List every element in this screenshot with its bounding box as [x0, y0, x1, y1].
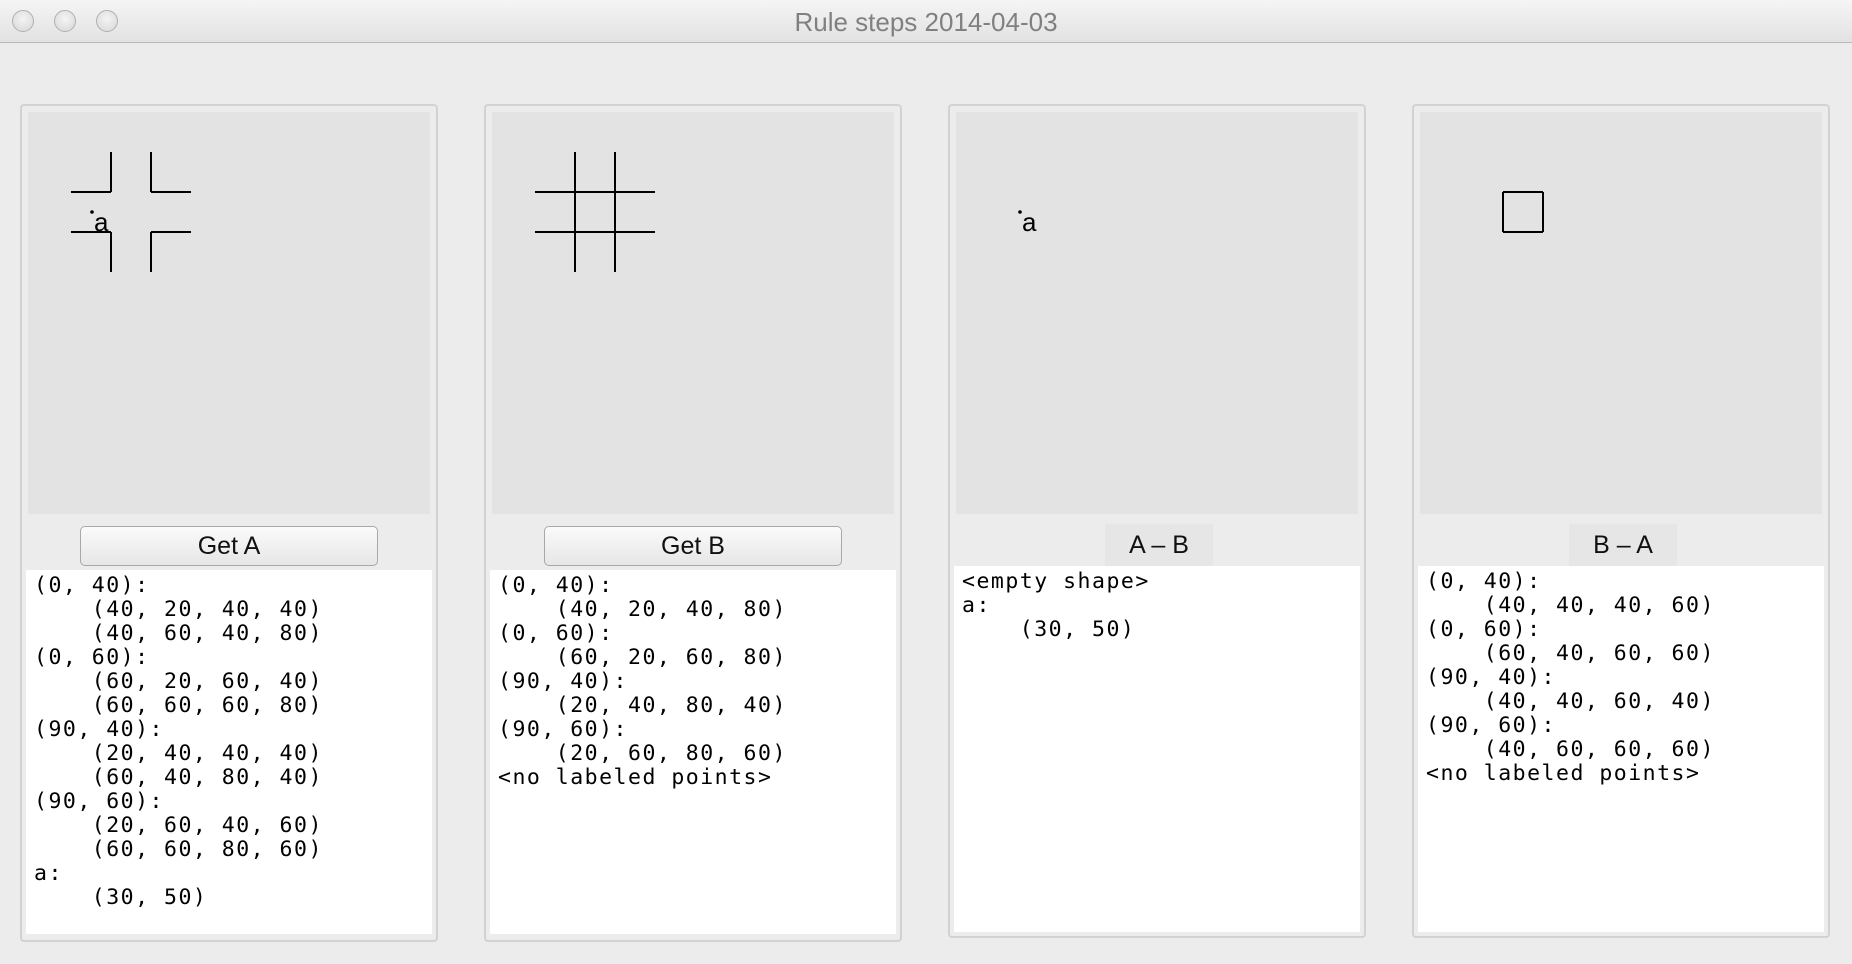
b-minus-a-output[interactable]: (0, 40): (40, 40, 40, 60) (0, 60): (60, … [1418, 566, 1824, 932]
point-label-a: a [94, 207, 109, 237]
panel-shape-a: a Get A (0, 40): (40, 20, 40, 40) (40, 6… [20, 104, 438, 942]
shape-b-output[interactable]: (0, 40): (40, 20, 40, 80) (0, 60): (60, … [490, 570, 896, 934]
shape-b-drawing [535, 152, 655, 272]
window-title: Rule steps 2014-04-03 [794, 7, 1058, 37]
b-minus-a-label: B – A [1569, 524, 1677, 566]
get-a-button[interactable]: Get A [80, 526, 378, 566]
panel-b-minus-a: B – A (0, 40): (40, 40, 40, 60) (0, 60):… [1412, 104, 1830, 938]
shape-b-canvas [492, 112, 894, 514]
shape-a-drawing: a [71, 152, 191, 272]
a-minus-b-drawing: a [1018, 207, 1037, 237]
title-bar: Rule steps 2014-04-03 [0, 0, 1852, 43]
panel-shape-b: Get B (0, 40): (40, 20, 40, 80) (0, 60):… [484, 104, 902, 942]
shape-a-output[interactable]: (0, 40): (40, 20, 40, 40) (40, 60, 40, 8… [26, 570, 432, 934]
b-minus-a-drawing [1502, 191, 1544, 233]
get-b-button[interactable]: Get B [544, 526, 842, 566]
b-minus-a-canvas [1420, 112, 1822, 514]
shape-a-canvas: a [28, 112, 430, 514]
panel-a-minus-b: a A – B <empty shape> a: (30, 50) [948, 104, 1366, 938]
a-minus-b-canvas: a [956, 112, 1358, 514]
a-minus-b-label: A – B [1105, 524, 1213, 566]
point-label-a: a [1022, 207, 1037, 237]
a-minus-b-output[interactable]: <empty shape> a: (30, 50) [954, 566, 1360, 932]
